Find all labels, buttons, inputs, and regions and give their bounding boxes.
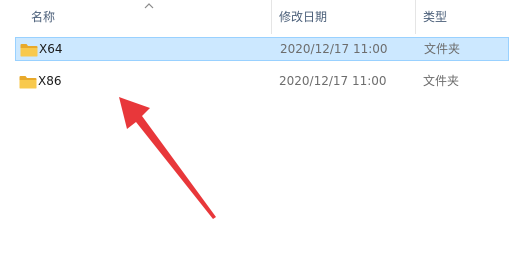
file-row-x86[interactable]: X86 2020/12/17 11:00 文件夹 bbox=[15, 70, 509, 94]
file-date-modified: 2020/12/17 11:00 bbox=[280, 42, 388, 56]
file-type: 文件夹 bbox=[424, 42, 461, 56]
column-divider[interactable] bbox=[415, 0, 416, 34]
folder-icon bbox=[20, 44, 38, 57]
column-header-name[interactable]: 名称 bbox=[31, 0, 271, 34]
file-type: 文件夹 bbox=[423, 74, 460, 88]
column-header: 名称 修改日期 类型 bbox=[0, 0, 510, 34]
file-name: X64 bbox=[39, 42, 63, 56]
folder-icon bbox=[19, 76, 37, 89]
file-name: X86 bbox=[38, 74, 62, 88]
file-date-modified: 2020/12/17 11:00 bbox=[279, 74, 387, 88]
column-header-date-modified[interactable]: 修改日期 bbox=[279, 0, 415, 34]
file-explorer: 名称 修改日期 类型 X64 2020/12/17 11:00 文件夹 X86 … bbox=[0, 0, 510, 257]
column-header-type[interactable]: 类型 bbox=[423, 0, 510, 34]
file-row-x64[interactable]: X64 2020/12/17 11:00 文件夹 bbox=[15, 37, 509, 61]
column-divider[interactable] bbox=[271, 0, 272, 34]
